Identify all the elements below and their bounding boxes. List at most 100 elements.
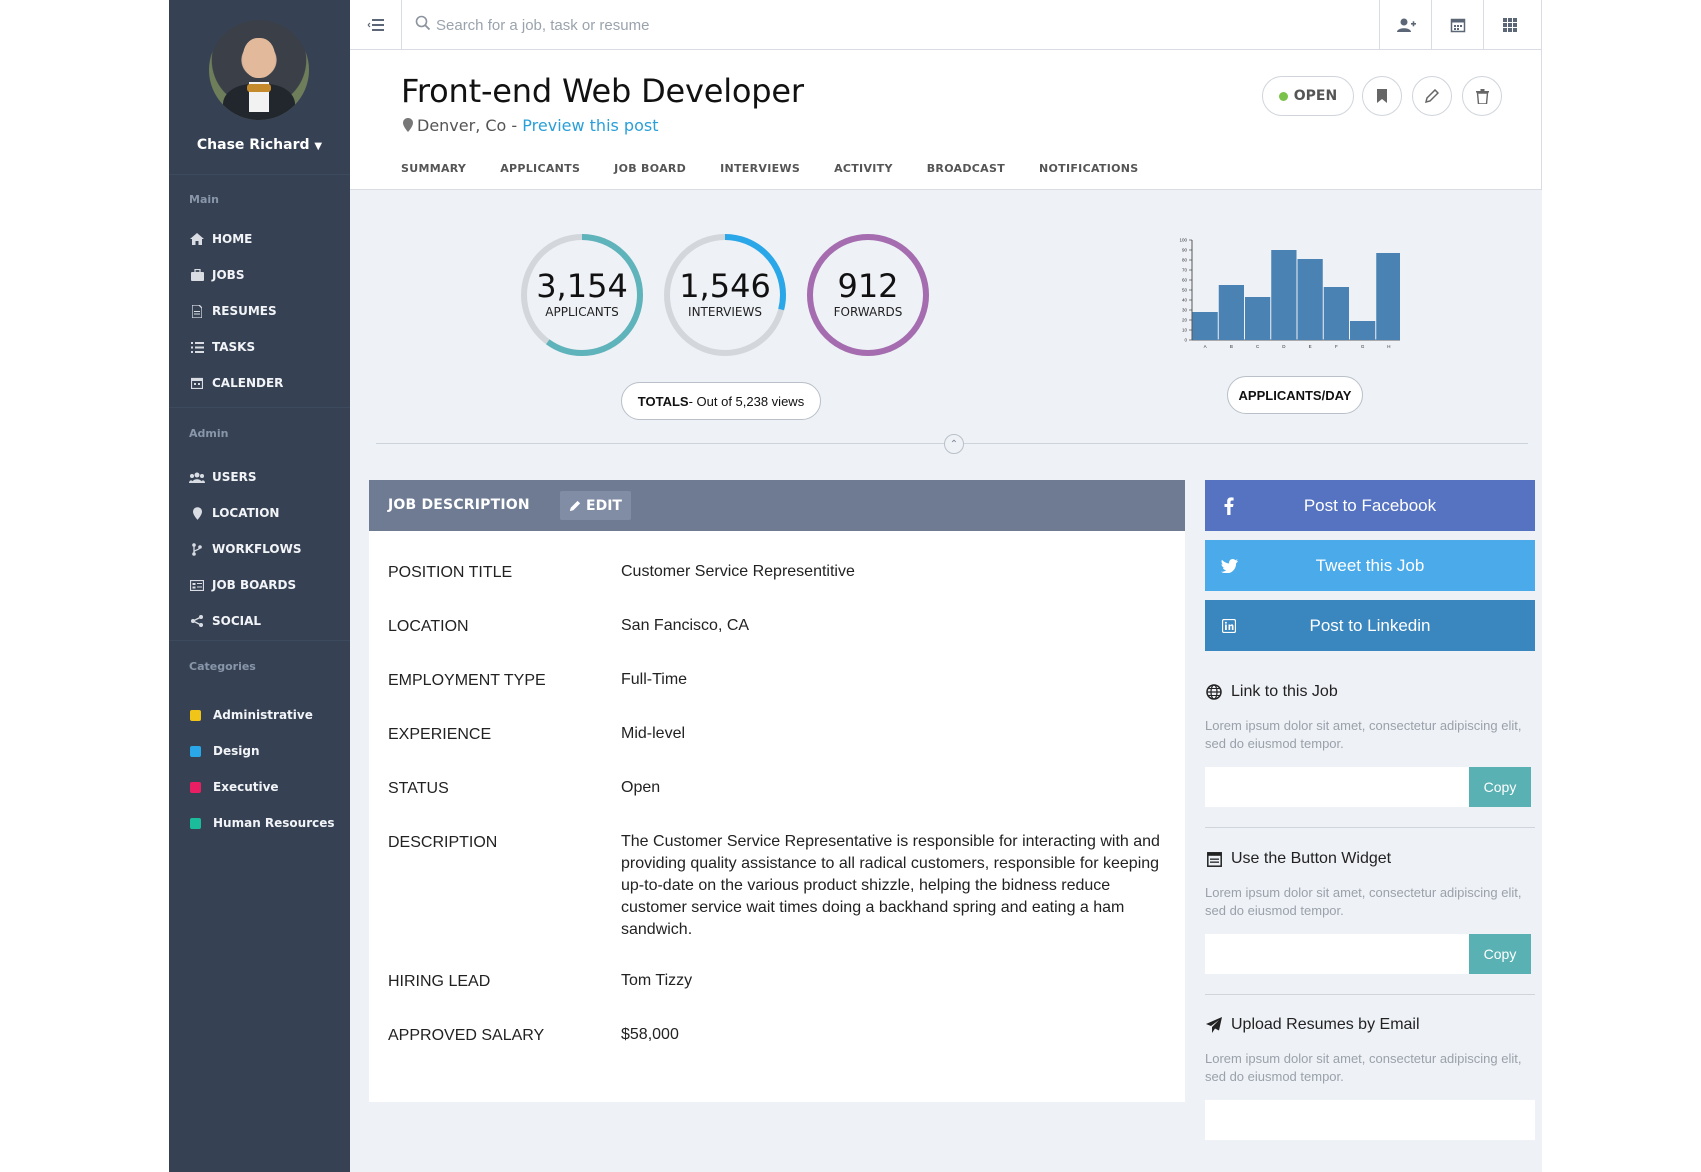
field-label: HIRING LEAD — [388, 973, 491, 990]
y-tick-label: 20 — [1182, 318, 1188, 323]
sidebar-item-resumes[interactable]: RESUMES — [187, 301, 277, 321]
sidebar-item-label: RESUMES — [212, 304, 277, 318]
copy-button[interactable]: Copy — [1469, 767, 1531, 807]
sidebar-item-location[interactable]: LOCATION — [187, 503, 279, 523]
tab-broadcast[interactable]: BROADCAST — [927, 162, 1005, 175]
category-executive[interactable]: Executive — [187, 777, 279, 797]
linkedin-share-button[interactable]: Post to Linkedin — [1205, 600, 1535, 651]
apps-grid-button[interactable] — [1483, 0, 1535, 50]
field-value: Tom Tizzy — [621, 972, 693, 989]
status-dot-icon — [1278, 91, 1288, 101]
y-tick-label: 30 — [1182, 308, 1188, 313]
edit-job-button[interactable] — [1412, 76, 1452, 116]
totals-badge: TOTALS - Out of 5,238 views — [621, 382, 821, 420]
sidebar-item-tasks[interactable]: TASKS — [187, 337, 255, 357]
sidebar: Chase Richard ▼ Main HOME JOBS RESUMES TASK… — [169, 0, 350, 1172]
x-tick-label: G — [1361, 344, 1365, 349]
tab-activity[interactable]: ACTIVITY — [834, 162, 893, 175]
bookmark-icon — [1377, 89, 1387, 103]
widget-title: Upload Resumes by Email — [1205, 1016, 1420, 1034]
edit-description-button[interactable]: EDIT — [560, 491, 631, 520]
widget-title: Use the Button Widget — [1205, 850, 1391, 868]
twitter-share-button[interactable]: Tweet this Job — [1205, 540, 1535, 591]
widget-code-field[interactable] — [1205, 934, 1469, 974]
sidebar-item-social[interactable]: SOCIAL — [187, 611, 261, 631]
tab-job-board[interactable]: JOB BOARD — [614, 162, 686, 175]
preview-post-link[interactable]: Preview this post — [522, 116, 658, 135]
sidebar-item-label: WORKFLOWS — [212, 542, 302, 556]
add-user-button[interactable] — [1379, 0, 1431, 50]
sidebar-item-calender[interactable]: CALENDER — [187, 373, 283, 393]
board-icon — [187, 578, 207, 592]
tab-applicants[interactable]: APPLICANTS — [500, 162, 580, 175]
gauge-label: FORWARDS — [833, 305, 903, 319]
widget-divider — [1205, 827, 1535, 828]
copy-button[interactable]: Copy — [1469, 934, 1531, 974]
widget-code-field[interactable] — [1205, 767, 1469, 807]
status-label: OPEN — [1293, 88, 1338, 104]
status-toggle-button[interactable]: OPEN — [1262, 76, 1354, 116]
bar-G — [1350, 321, 1376, 340]
category-color-swatch — [190, 709, 201, 721]
facebook-share-button[interactable]: Post to Facebook — [1205, 480, 1535, 531]
gauge-forwards: 912 FORWARDS — [806, 233, 930, 357]
field-value: Open — [621, 779, 661, 796]
chevron-up-icon: ⌃ — [949, 438, 959, 450]
field-label: DESCRIPTION — [388, 834, 498, 851]
sidebar-section-categories: Categories — [189, 660, 256, 673]
category-label: Administrative — [213, 708, 313, 722]
x-tick-label: H — [1387, 344, 1390, 349]
applicants-per-day-chart: 0 10 20 30 40 50 60 70 80 90 100 A B C D E F G H — [1179, 238, 1400, 349]
bar-B — [1218, 285, 1244, 340]
field-value: Mid-level — [621, 725, 686, 742]
sidebar-item-jobs[interactable]: JOBS — [187, 265, 244, 285]
avatar-face — [243, 38, 275, 78]
sidebar-item-workflows[interactable]: WORKFLOWS — [187, 539, 301, 559]
sidebar-item-job-boards[interactable]: JOB BOARDS — [187, 575, 296, 595]
sidebar-item-users[interactable]: USERS — [187, 467, 256, 487]
widget-description: Lorem ipsum dolor sit amet, consectetur … — [1205, 718, 1522, 751]
user-menu[interactable]: Chase Richard ▼ — [169, 137, 350, 153]
share-button-label: Tweet this Job — [1315, 555, 1425, 575]
paper-plane-icon — [1205, 1016, 1223, 1034]
totals-label: TOTALS — [637, 393, 689, 409]
job-tabs: SUMMARY APPLICANTS JOB BOARD INTERVIEWS ACTI… — [401, 162, 1172, 175]
widget-code-field[interactable] — [1205, 1100, 1535, 1140]
share-button-label: Post to Facebook — [1303, 495, 1437, 515]
bookmark-button[interactable] — [1362, 76, 1402, 116]
category-color-swatch — [190, 745, 201, 757]
calendar-button[interactable] — [1431, 0, 1483, 50]
category-human-resources[interactable]: Human Resources — [187, 813, 335, 833]
tab-summary[interactable]: SUMMARY — [401, 162, 466, 175]
facebook-icon — [1219, 496, 1239, 516]
category-administrative[interactable]: Administrative — [187, 705, 313, 725]
tab-interviews[interactable]: INTERVIEWS — [720, 162, 800, 175]
menu-icon — [367, 19, 384, 31]
sidebar-item-label: LOCATION — [212, 506, 280, 520]
page-title: Front-end Web Developer — [401, 72, 804, 110]
category-design[interactable]: Design — [187, 741, 260, 761]
widget-icon — [1205, 850, 1223, 868]
delete-job-button[interactable] — [1462, 76, 1502, 116]
sidebar-item-home[interactable]: HOME — [187, 229, 252, 249]
sidebar-item-label: JOB BOARDS — [212, 578, 297, 592]
collapse-stats-button[interactable]: ⌃ — [944, 434, 964, 454]
home-icon — [187, 232, 207, 246]
search-input[interactable] — [436, 12, 1036, 38]
x-tick-label: F — [1335, 344, 1338, 349]
edit-label: EDIT — [586, 497, 622, 514]
field-label: EMPLOYMENT TYPE — [388, 672, 546, 689]
widget-title-text: Link to this Job — [1231, 683, 1338, 700]
tab-notifications[interactable]: NOTIFICATIONS — [1039, 162, 1138, 175]
sidebar-divider — [169, 174, 350, 175]
avatar[interactable] — [209, 20, 309, 120]
trash-icon — [1475, 88, 1489, 104]
pencil-icon — [569, 500, 581, 511]
y-tick-label: 90 — [1182, 248, 1188, 253]
widget-divider — [1205, 994, 1535, 995]
gauge-interviews: 1,546 INTERVIEWS — [663, 233, 787, 357]
linkedin-icon — [1219, 616, 1239, 636]
card-title: JOB DESCRIPTION — [388, 497, 530, 513]
sidebar-toggle-button[interactable] — [350, 0, 402, 50]
gauge-label: APPLICANTS — [545, 305, 619, 319]
